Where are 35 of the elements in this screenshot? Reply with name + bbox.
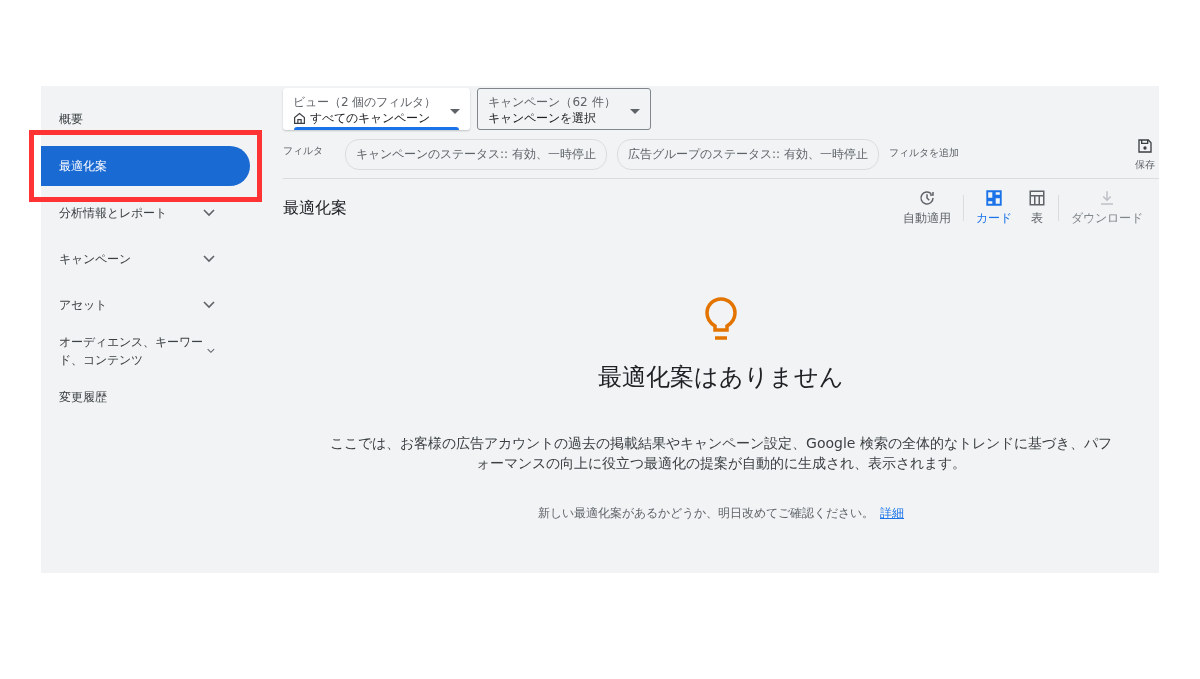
caret-icon	[450, 108, 461, 114]
details-link[interactable]: 詳細	[880, 506, 904, 520]
chevron-down-icon	[203, 301, 215, 309]
caret-icon	[629, 108, 640, 114]
save-icon	[1137, 138, 1153, 154]
sidebar-item[interactable]: 概要	[41, 96, 241, 142]
sidebar-item[interactable]: 最適化案	[41, 146, 250, 186]
empty-note: 新しい最適化案があるかどうか、明日改めてご確認ください。 詳細	[538, 505, 904, 522]
page-title: 最適化案	[283, 197, 347, 219]
chevron-down-icon	[207, 347, 215, 355]
filter-chip[interactable]: キャンペーンのステータス:: 有効、一時停止	[345, 139, 607, 170]
download-icon	[1098, 189, 1116, 207]
empty-title: 最適化案はありません	[598, 362, 844, 393]
save-button[interactable]: 保存	[1135, 138, 1155, 172]
history-icon	[918, 189, 936, 207]
card-grid-icon	[985, 189, 1003, 207]
chevron-down-icon	[203, 255, 215, 263]
table-icon	[1028, 189, 1046, 207]
sidebar-item[interactable]: オーディエンス、キーワード、コンテンツ	[41, 328, 241, 374]
campaign-dropdown[interactable]: キャンペーン（62 件） キャンペーンを選択	[477, 88, 651, 130]
toolbar-button[interactable]: 自動適用	[895, 187, 959, 229]
add-filter-link[interactable]: フィルタを追加	[888, 146, 959, 160]
sidebar-item[interactable]: 変更履歴	[41, 374, 241, 420]
view-dropdown[interactable]: ビュー（2 個のフィルタ） すべてのキャンペーン	[283, 88, 471, 130]
toolbar-button[interactable]: カード	[968, 187, 1020, 229]
sidebar-item[interactable]: アセット	[41, 282, 241, 328]
home-icon	[293, 111, 306, 125]
sidebar-item[interactable]: キャンペーン	[41, 236, 241, 282]
filter-chip[interactable]: 広告グループのステータス:: 有効、一時停止	[616, 139, 879, 170]
lightbulb-icon	[704, 297, 738, 343]
chevron-down-icon	[203, 209, 215, 217]
filter-label: フィルタ	[283, 144, 324, 158]
sidebar-item[interactable]: 分析情報とレポート	[41, 190, 241, 236]
empty-description: ここでは、お客様の広告アカウントの過去の掲載結果やキャンペーン設定、Google 検索の全体的なトレンドに基づき、パフォーマンスの向上に役立つ最適化の提案が自動的に生成され、表示されます。	[329, 434, 1113, 473]
toolbar-button[interactable]: 表	[1020, 187, 1054, 229]
